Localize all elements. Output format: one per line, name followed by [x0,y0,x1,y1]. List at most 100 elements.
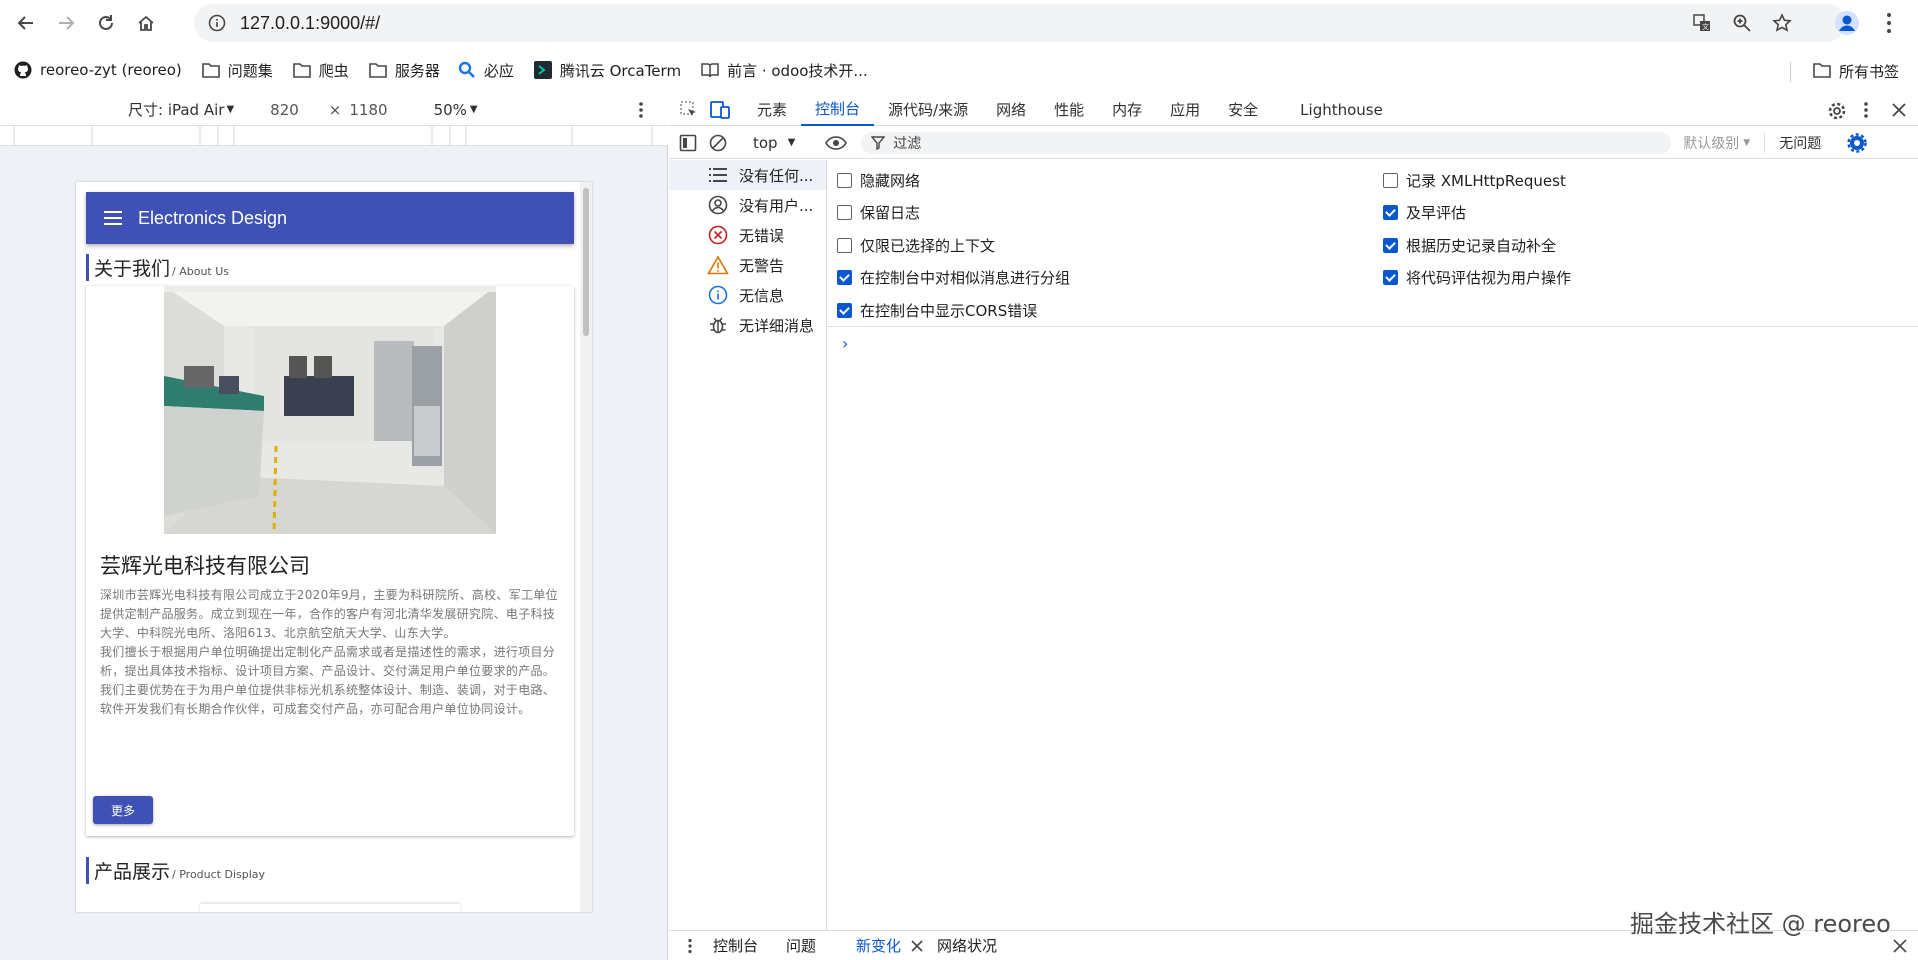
folder-icon [201,61,220,79]
context-select[interactable]: top ▼ [753,134,795,152]
setting-eval-user-gesture[interactable]: 将代码评估视为用户操作 [1383,267,1571,288]
tab-console[interactable]: 控制台 [801,94,875,126]
height-input[interactable]: 1180 [349,101,387,119]
book-icon [701,61,719,79]
browser-toolbar: 127.0.0.1:9000/#/ 文 [0,0,1918,46]
checkbox-checked[interactable] [837,303,852,318]
tab-elements[interactable]: 元素 [743,94,801,126]
drawer-tab-changes[interactable]: 新变化 [856,935,901,956]
times-sign: × [328,100,342,119]
bookmark-odoo[interactable]: 前言 · odoo技术开... [701,60,868,81]
bookmark-github[interactable]: reoreo-zyt (reoreo) [14,61,182,79]
checkbox[interactable] [837,238,852,253]
close-tab-icon[interactable] [911,939,923,952]
bookmark-star-icon[interactable] [1772,13,1792,37]
tab-network[interactable]: 网络 [982,94,1040,126]
bookmark-orcaterm[interactable]: 腾讯云 OrcaTerm [533,60,681,81]
setting-preserve-log[interactable]: 保留日志 [837,202,920,223]
filter-input[interactable]: 过滤 [861,131,1672,154]
device-select[interactable]: 尺寸: iPad Air ▼ [128,99,234,120]
sidebar-item-errors[interactable]: 无错误 [669,220,826,250]
checkbox-checked[interactable] [1383,270,1398,285]
zoom-icon[interactable] [1732,13,1752,37]
bookmark-bing[interactable]: 必应 [458,60,514,81]
lab-photo [164,286,496,534]
back-icon[interactable] [8,5,44,41]
bookmark-folder-fuwuqi[interactable]: 服务器 [369,60,440,81]
devtools-more-icon[interactable] [1863,101,1869,123]
sidebar-toggle-icon[interactable] [679,134,697,152]
bookmark-folder-wentiji[interactable]: 问题集 [201,60,273,81]
checkbox-checked[interactable] [1383,238,1398,253]
setting-group-similar[interactable]: 在控制台中对相似消息进行分组 [837,267,1070,288]
checkbox-checked[interactable] [837,270,852,285]
tab-security[interactable]: 安全 [1214,94,1272,126]
bookmark-label: 必应 [483,61,514,80]
sidebar-item-warnings[interactable]: 无警告 [669,250,826,280]
checkbox-checked[interactable] [1383,205,1398,220]
forward-icon[interactable] [48,5,84,41]
page-scrollbar[interactable] [580,182,592,912]
issues-count[interactable]: 无问题 [1779,133,1821,153]
tab-memory[interactable]: 内存 [1098,94,1156,126]
reload-icon[interactable] [88,5,124,41]
drawer-more-icon[interactable] [687,938,693,954]
tab-performance[interactable]: 性能 [1040,94,1098,126]
sidebar-label: 没有任何... [739,166,814,185]
folder-icon [1813,62,1831,82]
console-prompt-icon[interactable]: › [842,334,848,353]
app-bar: Electronics Design [86,192,574,244]
drawer-tab-network-conditions[interactable]: 网络状况 [937,935,997,956]
media-query-ruler[interactable] [0,126,668,146]
setting-hide-network[interactable]: 隐藏网络 [837,170,920,191]
setting-show-cors-errors[interactable]: 在控制台中显示CORS错误 [837,300,1037,321]
console-filter-bar: top ▼ 过滤 默认级别 ▼ 无问题 [669,127,1918,159]
sidebar-item-user-messages[interactable]: 没有用户... [669,190,826,220]
log-level-select[interactable]: 默认级别 ▼ [1683,133,1750,153]
device-toggle-icon[interactable] [709,100,731,120]
sidebar-label: 无错误 [739,226,785,245]
scrollbar-thumb[interactable] [583,188,589,336]
sidebar-item-info[interactable]: 无信息 [669,280,826,310]
device-name: 尺寸: iPad Air [128,101,225,119]
address-bar[interactable]: 127.0.0.1:9000/#/ 文 [194,4,1846,42]
device-more-icon[interactable] [638,101,644,123]
drawer-tab-issues[interactable]: 问题 [786,935,816,956]
sidebar-label: 无详细消息 [739,316,815,335]
tab-application[interactable]: 应用 [1156,94,1214,126]
checkbox[interactable] [1383,173,1398,188]
dropdown-arrow-icon: ▼ [1743,137,1751,148]
site-info-icon[interactable] [208,14,226,36]
menu-icon[interactable] [104,211,122,225]
drawer-tab-console[interactable]: 控制台 [713,935,758,956]
devtools-close-icon[interactable] [1891,102,1907,122]
checkbox[interactable] [837,173,852,188]
sidebar-item-verbose[interactable]: 无详细消息 [669,310,826,340]
bookmark-folder-pachong[interactable]: 爬虫 [292,60,349,81]
bookmark-all[interactable]: 所有书签 [1790,61,1899,82]
devtools-settings-icon[interactable] [1827,101,1847,125]
checkbox[interactable] [837,205,852,220]
more-button[interactable]: 更多 [93,796,153,824]
ruler-marks [13,126,653,146]
setting-autocomplete-history[interactable]: 根据历史记录自动补全 [1383,235,1556,256]
tab-sources[interactable]: 源代码/来源 [874,94,982,126]
drawer-close-icon[interactable] [1893,939,1907,957]
profile-avatar-icon[interactable] [1834,10,1860,40]
sidebar-item-messages[interactable]: 没有任何... [669,160,826,190]
setting-log-xhr[interactable]: 记录 XMLHttpRequest [1383,170,1566,191]
setting-selected-context-only[interactable]: 仅限已选择的上下文 [837,235,995,256]
zoom-select[interactable]: 50% ▼ [434,101,478,119]
url-text[interactable]: 127.0.0.1:9000/#/ [240,13,380,34]
width-input[interactable]: 820 [270,101,299,119]
home-icon[interactable] [128,5,164,41]
tab-lighthouse[interactable]: Lighthouse [1286,94,1397,126]
clear-console-icon[interactable] [709,134,727,152]
search-icon [458,61,476,79]
browser-menu-icon[interactable] [1886,12,1892,38]
translate-icon[interactable]: 文 [1692,13,1712,37]
inspect-element-icon[interactable] [679,100,699,120]
setting-eager-evaluation[interactable]: 及早评估 [1383,202,1466,223]
live-expression-eye-icon[interactable] [825,135,848,151]
console-settings-icon[interactable] [1847,132,1867,153]
